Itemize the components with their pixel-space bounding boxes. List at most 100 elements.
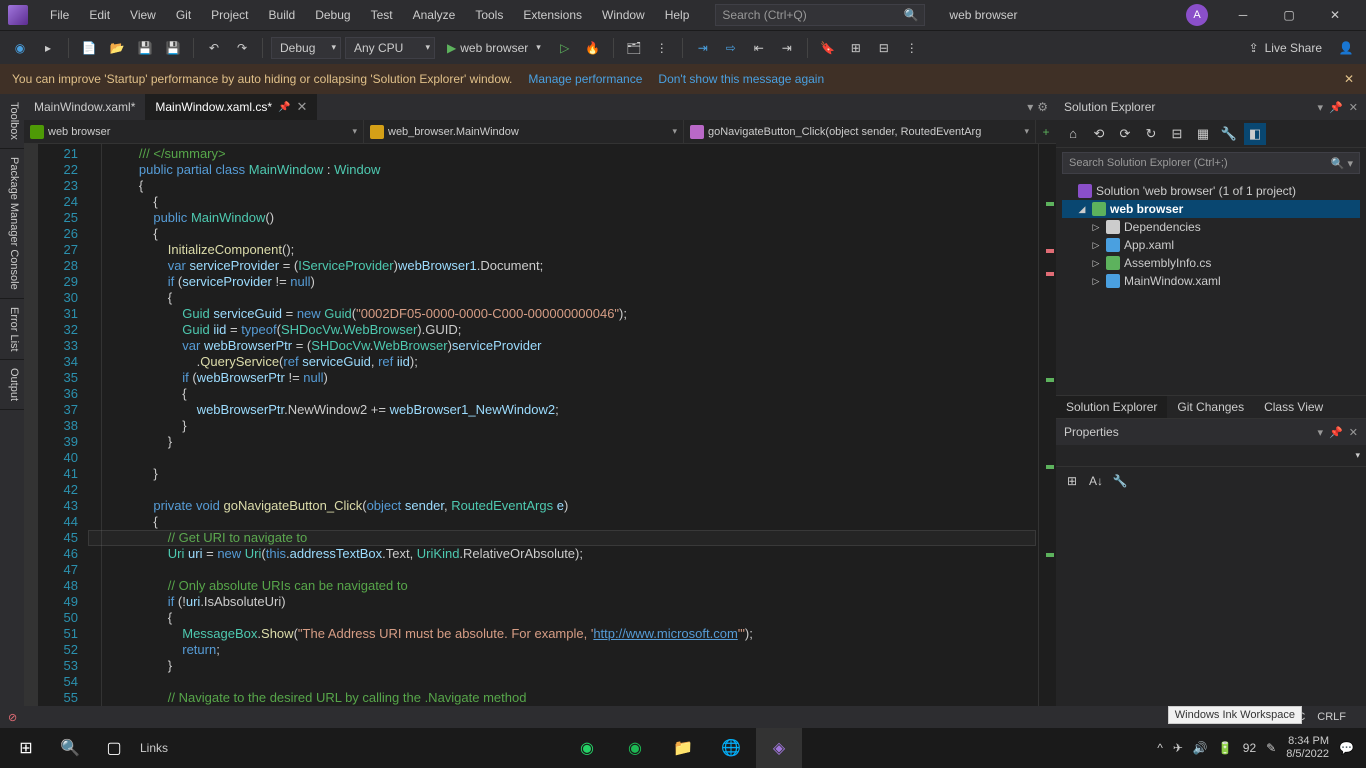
tree-item-dependencies[interactable]: ▷Dependencies — [1062, 218, 1360, 236]
nav-fwd-button[interactable]: ▸ — [36, 36, 60, 60]
hot-reload-button[interactable]: 🔥 — [581, 36, 605, 60]
explorer-icon[interactable]: 📁 — [660, 728, 706, 768]
menu-tools[interactable]: Tools — [465, 0, 513, 30]
project-dropdown[interactable]: web browser — [24, 120, 364, 143]
save-all-button[interactable]: 💾 — [161, 36, 185, 60]
sync-icon[interactable]: ⟳ — [1114, 123, 1136, 145]
notifications-icon[interactable]: 💬 — [1339, 741, 1354, 755]
home-icon[interactable]: ⌂ — [1062, 123, 1084, 145]
tree-item-assemblyinfo-cs[interactable]: ▷AssemblyInfo.cs — [1062, 254, 1360, 272]
tool-1[interactable]: ⋮ — [650, 36, 674, 60]
tree-item-mainwindow-xaml[interactable]: ▷MainWindow.xaml — [1062, 272, 1360, 290]
props-combo[interactable]: ▾ — [1056, 445, 1366, 467]
add-icon[interactable]: + — [1036, 120, 1056, 143]
alphabetical-icon[interactable]: A↓ — [1086, 471, 1106, 491]
left-tab-output[interactable]: Output — [0, 360, 24, 410]
code-content[interactable]: /// </summary> public partial class Main… — [102, 144, 1038, 728]
indent-button[interactable]: ⇥ — [775, 36, 799, 60]
menu-edit[interactable]: Edit — [79, 0, 120, 30]
manage-perf-link[interactable]: Manage performance — [528, 72, 642, 86]
overview-ruler[interactable] — [1038, 144, 1056, 728]
more-button[interactable]: ⋮ — [900, 36, 924, 60]
dismiss-notif-link[interactable]: Don't show this message again — [658, 72, 824, 86]
start-debug-button[interactable]: ▶web browser▾ — [439, 41, 549, 55]
tab-git-changes[interactable]: Git Changes — [1167, 396, 1254, 418]
redo-button[interactable]: ↷ — [230, 36, 254, 60]
feedback-button[interactable]: 👤 — [1334, 36, 1358, 60]
dropdown-icon[interactable]: ▾ — [1318, 101, 1324, 114]
error-count[interactable]: ⊘ — [8, 711, 17, 724]
tab-solution-explorer[interactable]: Solution Explorer — [1056, 396, 1167, 418]
close-notif-button[interactable]: ✕ — [1344, 72, 1354, 86]
nav-back-button[interactable]: ◉ — [8, 36, 32, 60]
settings-icon[interactable]: ⚙ — [1037, 100, 1048, 114]
maximize-button[interactable]: ▢ — [1266, 0, 1312, 30]
categorized-icon[interactable]: ⊞ — [1062, 471, 1082, 491]
airplane-icon[interactable]: ✈ — [1173, 741, 1183, 755]
menu-help[interactable]: Help — [655, 0, 700, 30]
project-node[interactable]: ◢ web browser — [1062, 200, 1360, 218]
wrench-icon[interactable]: 🔧 — [1110, 471, 1130, 491]
open-button[interactable]: 📂 — [105, 36, 129, 60]
preview-button[interactable]: ▾ — [1027, 100, 1033, 114]
switch-icon[interactable]: ⟲ — [1088, 123, 1110, 145]
live-share-button[interactable]: ⇪ Live Share — [1241, 41, 1330, 55]
config-dropdown[interactable]: Debug — [271, 37, 341, 59]
new-project-button[interactable]: 📄 — [77, 36, 101, 60]
properties-icon[interactable]: 🔧 — [1218, 123, 1240, 145]
tab-mainwindow-cs[interactable]: MainWindow.xaml.cs* 📌 ✕ — [145, 94, 317, 120]
chrome-icon[interactable]: 🌐 — [708, 728, 754, 768]
volume-icon[interactable]: 🔊 — [1193, 741, 1208, 755]
taskview-button[interactable]: ▢ — [92, 728, 136, 768]
menu-view[interactable]: View — [120, 0, 166, 30]
dropdown-icon[interactable]: ▾ — [1318, 426, 1324, 439]
code-editor[interactable]: 2122232425262728293031323334353637383940… — [24, 144, 1056, 728]
menu-analyze[interactable]: Analyze — [403, 0, 466, 30]
menu-git[interactable]: Git — [166, 0, 201, 30]
browse-button[interactable]: 🗂 — [622, 36, 646, 60]
properties-header[interactable]: Properties ▾ 📌 ✕ — [1056, 419, 1366, 445]
ink-icon[interactable]: ✎ — [1266, 741, 1276, 755]
menu-extensions[interactable]: Extensions — [513, 0, 592, 30]
global-search-input[interactable]: Search (Ctrl+Q) 🔍 — [715, 4, 925, 26]
minimize-button[interactable]: ─ — [1220, 0, 1266, 30]
tray-chevron-icon[interactable]: ^ — [1157, 741, 1163, 755]
class-dropdown[interactable]: web_browser.MainWindow — [364, 120, 684, 143]
step-over-button[interactable]: ⇨ — [719, 36, 743, 60]
menu-test[interactable]: Test — [361, 0, 403, 30]
pin-icon[interactable]: 📌 — [1329, 101, 1343, 114]
whatsapp-icon[interactable]: ◉ — [564, 728, 610, 768]
preview-icon[interactable]: ◧ — [1244, 123, 1266, 145]
show-all-icon[interactable]: ▦ — [1192, 123, 1214, 145]
menu-project[interactable]: Project — [201, 0, 258, 30]
left-tab-toolbox[interactable]: Toolbox — [0, 94, 24, 149]
platform-dropdown[interactable]: Any CPU — [345, 37, 435, 59]
comment-button[interactable]: ⊞ — [844, 36, 868, 60]
battery-icon[interactable]: 🔋 — [1218, 741, 1233, 755]
menu-window[interactable]: Window — [592, 0, 655, 30]
tab-class-view[interactable]: Class View — [1254, 396, 1333, 418]
spotify-icon[interactable]: ◉ — [612, 728, 658, 768]
member-dropdown[interactable]: goNavigateButton_Click(object sender, Ro… — [684, 120, 1036, 143]
pin-icon[interactable]: 📌 — [1329, 426, 1343, 439]
search-button[interactable]: 🔍 — [48, 728, 92, 768]
menu-file[interactable]: File — [40, 0, 79, 30]
solution-search-input[interactable]: Search Solution Explorer (Ctrl+;) 🔍 ▾ — [1062, 152, 1360, 174]
menu-debug[interactable]: Debug — [305, 0, 360, 30]
links-toolbar[interactable]: Links — [140, 741, 168, 755]
solution-node[interactable]: Solution 'web browser' (1 of 1 project) — [1062, 182, 1360, 200]
pin-icon[interactable]: 📌 — [278, 102, 290, 113]
crlf-indicator[interactable]: CRLF — [1317, 711, 1346, 723]
uncomment-button[interactable]: ⊟ — [872, 36, 896, 60]
close-tab-button[interactable]: ✕ — [297, 99, 308, 115]
vs-taskbar-icon[interactable]: ◈ — [756, 728, 802, 768]
tree-item-app-xaml[interactable]: ▷App.xaml — [1062, 236, 1360, 254]
collapse-icon[interactable]: ⊟ — [1166, 123, 1188, 145]
outdent-button[interactable]: ⇤ — [747, 36, 771, 60]
start-nodebug-button[interactable]: ▷ — [553, 36, 577, 60]
close-button[interactable]: ✕ — [1312, 0, 1358, 30]
left-tab-package-manager-console[interactable]: Package Manager Console — [0, 149, 24, 299]
close-panel-button[interactable]: ✕ — [1349, 101, 1358, 114]
solution-explorer-header[interactable]: Solution Explorer ▾ 📌 ✕ — [1056, 94, 1366, 120]
step-button[interactable]: ⇥ — [691, 36, 715, 60]
